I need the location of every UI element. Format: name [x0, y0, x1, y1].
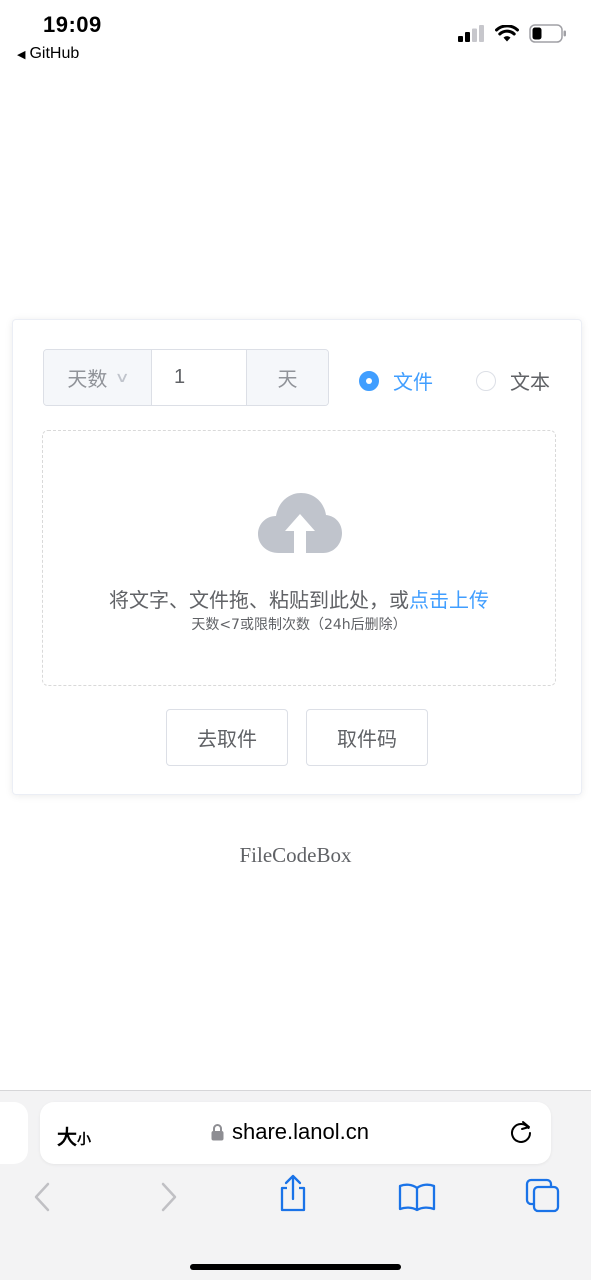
text-size-big: 大 [57, 1125, 77, 1149]
back-link-label: GitHub [29, 45, 80, 62]
radio-file[interactable]: 文件 [359, 366, 433, 395]
text-size-small: 小 [77, 1132, 91, 1148]
wifi-icon [495, 25, 519, 42]
upload-tip: 天数<7或限制次数（24h后删除） [191, 617, 407, 633]
radio-file-label: 文件 [393, 370, 433, 394]
status-time: 19:09 [43, 12, 102, 37]
expire-unit-label: 天 [246, 350, 328, 405]
radio-checked-icon [359, 370, 379, 391]
text-size-button[interactable]: 大小 [57, 1121, 91, 1150]
home-indicator [190, 1264, 401, 1270]
status-icons [458, 24, 567, 43]
address-bar[interactable]: 大小 share.lanol.cn [40, 1102, 551, 1164]
cloud-upload-icon [258, 493, 342, 553]
get-file-button[interactable]: 去取件 [166, 709, 288, 766]
lock-icon [211, 1124, 224, 1141]
pickup-code-button[interactable]: 取件码 [306, 709, 428, 766]
expire-type-select[interactable]: 天数 ∨ [44, 350, 152, 405]
expire-value-input[interactable] [152, 350, 246, 405]
upload-card: 天数 ∨ 天 文件 文本 将文字、文件拖、粘贴到此处，或点击上传 天数<7或限制… [12, 319, 582, 795]
radio-text-label: 文本 [510, 370, 550, 394]
bookmarks-icon[interactable] [398, 1182, 436, 1212]
click-upload-link[interactable]: 点击上传 [409, 588, 489, 612]
back-triangle-icon: ◀ [17, 48, 26, 61]
upload-dropzone[interactable]: 将文字、文件拖、粘贴到此处，或点击上传 天数<7或限制次数（24h后删除） [42, 430, 556, 686]
back-to-github-link[interactable]: ◀ GitHub [17, 45, 79, 63]
tabs-icon[interactable] [525, 1178, 561, 1214]
previous-tab-peek[interactable] [0, 1102, 28, 1164]
browser-nav-row [0, 1174, 591, 1226]
chevron-down-icon: ∨ [114, 369, 131, 386]
forward-arrow-icon[interactable] [160, 1182, 178, 1212]
radio-text[interactable]: 文本 [476, 366, 550, 395]
url-display: share.lanol.cn [211, 1119, 369, 1145]
radio-unchecked-icon [476, 370, 496, 391]
upload-instruction-text: 将文字、文件拖、粘贴到此处，或 [109, 588, 409, 612]
url-text: share.lanol.cn [232, 1119, 369, 1144]
reload-icon[interactable] [509, 1119, 533, 1145]
expire-input-group: 天数 ∨ 天 [43, 349, 329, 406]
footer-brand: FileCodeBox [239, 843, 352, 867]
upload-instruction: 将文字、文件拖、粘贴到此处，或点击上传 [43, 584, 555, 613]
browser-toolbar: 大小 share.lanol.cn [0, 1090, 591, 1280]
battery-icon [529, 24, 566, 43]
back-arrow-icon[interactable] [33, 1182, 51, 1212]
cellular-signal-icon [458, 25, 484, 42]
expire-type-label: 天数 [67, 367, 108, 391]
share-icon[interactable] [278, 1173, 308, 1213]
